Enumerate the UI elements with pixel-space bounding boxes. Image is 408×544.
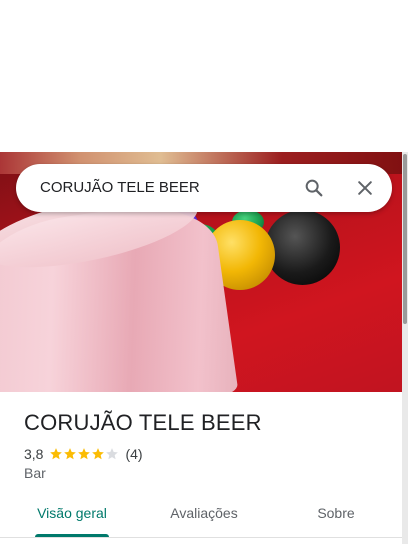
place-name: CORUJÃO TELE BEER [24, 410, 262, 435]
rating-row: 3,8 (4) [24, 445, 143, 463]
search-button[interactable] [302, 176, 326, 200]
review-count[interactable]: (4) [125, 446, 142, 462]
tab-overview[interactable]: Visão geral [24, 494, 120, 538]
place-category[interactable]: Bar [24, 465, 46, 481]
search-input[interactable] [40, 164, 290, 212]
close-icon [358, 181, 372, 195]
close-button[interactable] [353, 176, 377, 200]
tabs-divider [0, 537, 402, 538]
scrollbar-thumb[interactable] [403, 154, 407, 324]
rating-value: 3,8 [24, 446, 44, 462]
star-filled-icon [78, 448, 91, 460]
star-filled-icon [92, 448, 105, 460]
search-box [16, 164, 392, 212]
search-icon [305, 179, 323, 197]
rating-stars [49, 447, 119, 461]
place-panel: CORUJÃO TELE BEER 3,8 (4) Bar Visão gera… [0, 0, 408, 544]
tab-about[interactable]: Sobre [300, 494, 372, 538]
star-filled-icon [64, 448, 77, 460]
star-empty-icon [106, 448, 119, 460]
star-filled-icon [50, 448, 63, 460]
tab-reviews[interactable]: Avaliações [152, 494, 256, 538]
place-tabs: Visão geral Avaliações Sobre [0, 494, 402, 544]
photo-ball [265, 210, 340, 285]
